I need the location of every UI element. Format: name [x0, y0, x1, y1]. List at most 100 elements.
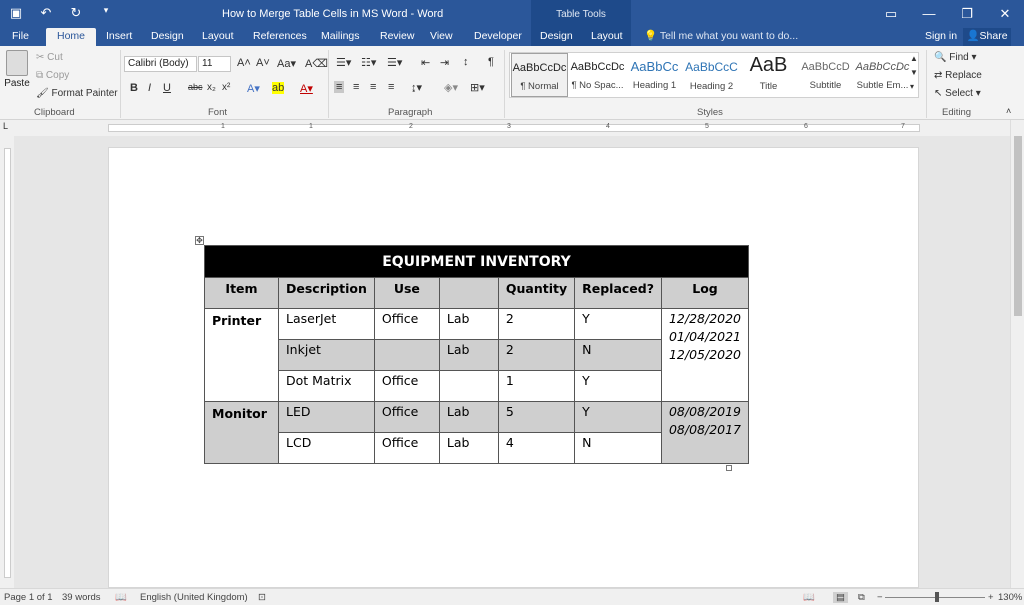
replace-button[interactable]: ⇄ Replace: [934, 70, 982, 81]
subscript-icon[interactable]: x₂: [207, 82, 216, 93]
cell-replaced[interactable]: Y: [574, 308, 662, 340]
cell-use[interactable]: Office: [373, 401, 440, 433]
style-no-spacing[interactable]: AaBbCcDc ¶ No Spac...: [569, 53, 626, 97]
tab-table-layout[interactable]: Layout: [591, 28, 623, 46]
cell-replaced[interactable]: Y: [574, 401, 662, 433]
italic-icon[interactable]: I: [148, 82, 151, 94]
find-button[interactable]: 🔍 Find ▾: [934, 52, 977, 63]
zoom-out-icon[interactable]: −: [877, 592, 883, 603]
header-replaced[interactable]: Replaced?: [574, 277, 662, 309]
cell-replaced[interactable]: N: [574, 339, 662, 371]
font-size-dropdown[interactable]: 11: [198, 56, 231, 72]
cell-use[interactable]: Office: [373, 308, 440, 340]
cell-loc[interactable]: Lab: [438, 339, 499, 371]
vertical-ruler[interactable]: [0, 136, 14, 588]
tab-table-design[interactable]: Design: [540, 28, 573, 46]
bold-icon[interactable]: B: [130, 82, 138, 94]
select-button[interactable]: ↖ Select ▾: [934, 88, 981, 99]
macro-record-icon[interactable]: ⊡: [258, 592, 266, 603]
undo-icon[interactable]: ↶: [38, 5, 54, 21]
page-count[interactable]: Page 1 of 1: [4, 592, 53, 603]
multilevel-list-icon[interactable]: ☰▾: [387, 56, 402, 69]
tab-layout[interactable]: Layout: [202, 28, 234, 46]
tab-review[interactable]: Review: [380, 28, 414, 46]
web-layout-icon[interactable]: ⧉: [858, 592, 865, 603]
item-monitor[interactable]: Monitor: [204, 401, 279, 464]
tab-view[interactable]: View: [430, 28, 453, 46]
cell-qty[interactable]: 2: [497, 339, 576, 371]
style-heading-2[interactable]: AaBbCcC Heading 2: [683, 53, 740, 97]
header-log[interactable]: Log: [660, 277, 750, 309]
cell-qty[interactable]: 2: [497, 308, 576, 340]
numbering-icon[interactable]: ☷▾: [361, 56, 376, 69]
header-use[interactable]: Use: [373, 277, 440, 309]
redo-icon[interactable]: ↻: [68, 5, 84, 21]
format-painter-button[interactable]: 🖌 Format Painter: [36, 88, 118, 99]
tab-references[interactable]: References: [253, 28, 307, 46]
read-mode-icon[interactable]: 📖: [803, 592, 815, 603]
highlight-icon[interactable]: ab: [272, 82, 285, 94]
clear-formatting-icon[interactable]: A⌫: [305, 57, 328, 70]
cell-desc[interactable]: Dot Matrix: [278, 370, 375, 402]
style-heading-1[interactable]: AaBbCc Heading 1: [626, 53, 683, 97]
table-resize-handle[interactable]: [726, 465, 732, 471]
cell-loc[interactable]: Lab: [438, 308, 499, 340]
header-item[interactable]: Item: [204, 277, 279, 309]
table-move-handle-icon[interactable]: ✥: [195, 236, 204, 245]
language-indicator[interactable]: English (United Kingdom): [140, 592, 248, 603]
show-marks-icon[interactable]: ¶: [488, 56, 494, 68]
decrease-indent-icon[interactable]: ⇤: [421, 56, 430, 69]
share-button[interactable]: 👤Share: [963, 28, 1011, 46]
line-spacing-icon[interactable]: ↨▾: [411, 81, 422, 94]
proofing-icon[interactable]: 📖: [115, 592, 127, 603]
cell-qty[interactable]: 5: [497, 401, 576, 433]
zoom-slider-thumb[interactable]: [935, 592, 939, 602]
cell-loc[interactable]: [438, 370, 499, 402]
tab-design[interactable]: Design: [151, 28, 184, 46]
cell-desc[interactable]: LaserJet: [278, 308, 375, 340]
horizontal-ruler[interactable]: L 1 1 2 3 4 5 6 7: [0, 120, 1024, 136]
customize-qat-icon[interactable]: ▾: [98, 5, 114, 21]
font-color-icon[interactable]: A▾: [300, 82, 313, 95]
justify-icon[interactable]: ≡: [388, 81, 394, 93]
item-printer[interactable]: Printer: [204, 308, 279, 402]
change-case-icon[interactable]: Aa▾: [277, 57, 296, 70]
cell-desc[interactable]: LCD: [278, 432, 375, 464]
close-icon[interactable]: ✕: [986, 0, 1024, 28]
cell-desc[interactable]: LED: [278, 401, 375, 433]
cell-replaced[interactable]: Y: [574, 370, 662, 402]
shading-icon[interactable]: ◈▾: [444, 81, 458, 94]
style-subtitle[interactable]: AaBbCcD Subtitle: [797, 53, 854, 97]
increase-indent-icon[interactable]: ⇥: [440, 56, 449, 69]
tab-insert[interactable]: Insert: [106, 28, 132, 46]
header-quantity[interactable]: Quantity: [497, 277, 576, 309]
bullets-icon[interactable]: ☰▾: [336, 56, 351, 69]
cell-use[interactable]: Office: [373, 432, 440, 464]
align-left-icon[interactable]: ≡: [334, 81, 345, 93]
superscript-icon[interactable]: x²: [222, 82, 230, 93]
style-title[interactable]: AaB Title: [740, 53, 797, 97]
align-right-icon[interactable]: ≡: [370, 81, 376, 93]
vertical-scrollbar[interactable]: [1010, 120, 1024, 588]
cell-replaced[interactable]: N: [574, 432, 662, 464]
paste-button[interactable]: Paste: [4, 50, 30, 89]
tab-file[interactable]: File: [12, 28, 29, 46]
cell-loc[interactable]: Lab: [438, 401, 499, 433]
word-count[interactable]: 39 words: [62, 592, 101, 603]
sort-icon[interactable]: ↕: [463, 56, 469, 68]
header-description[interactable]: Description: [278, 277, 375, 309]
zoom-level[interactable]: 130%: [998, 592, 1022, 603]
collapse-ribbon-icon[interactable]: ˄: [1006, 106, 1011, 116]
underline-icon[interactable]: U: [163, 82, 171, 94]
equipment-table[interactable]: EQUIPMENT INVENTORY Item Description Use…: [203, 245, 750, 464]
tab-developer[interactable]: Developer: [474, 28, 522, 46]
zoom-in-icon[interactable]: +: [988, 592, 994, 603]
tab-selector-icon[interactable]: L: [3, 121, 8, 131]
restore-icon[interactable]: ❐: [948, 0, 986, 28]
cut-button[interactable]: ✂ Cut: [36, 52, 63, 63]
grow-font-icon[interactable]: A˄: [237, 57, 251, 69]
copy-button[interactable]: ⧉ Copy: [36, 70, 69, 81]
header-blank[interactable]: [438, 277, 499, 309]
styles-scroll-down-icon[interactable]: ▼: [910, 68, 918, 77]
log-printer[interactable]: 12/28/2020 01/04/2021 12/05/2020: [660, 308, 750, 402]
